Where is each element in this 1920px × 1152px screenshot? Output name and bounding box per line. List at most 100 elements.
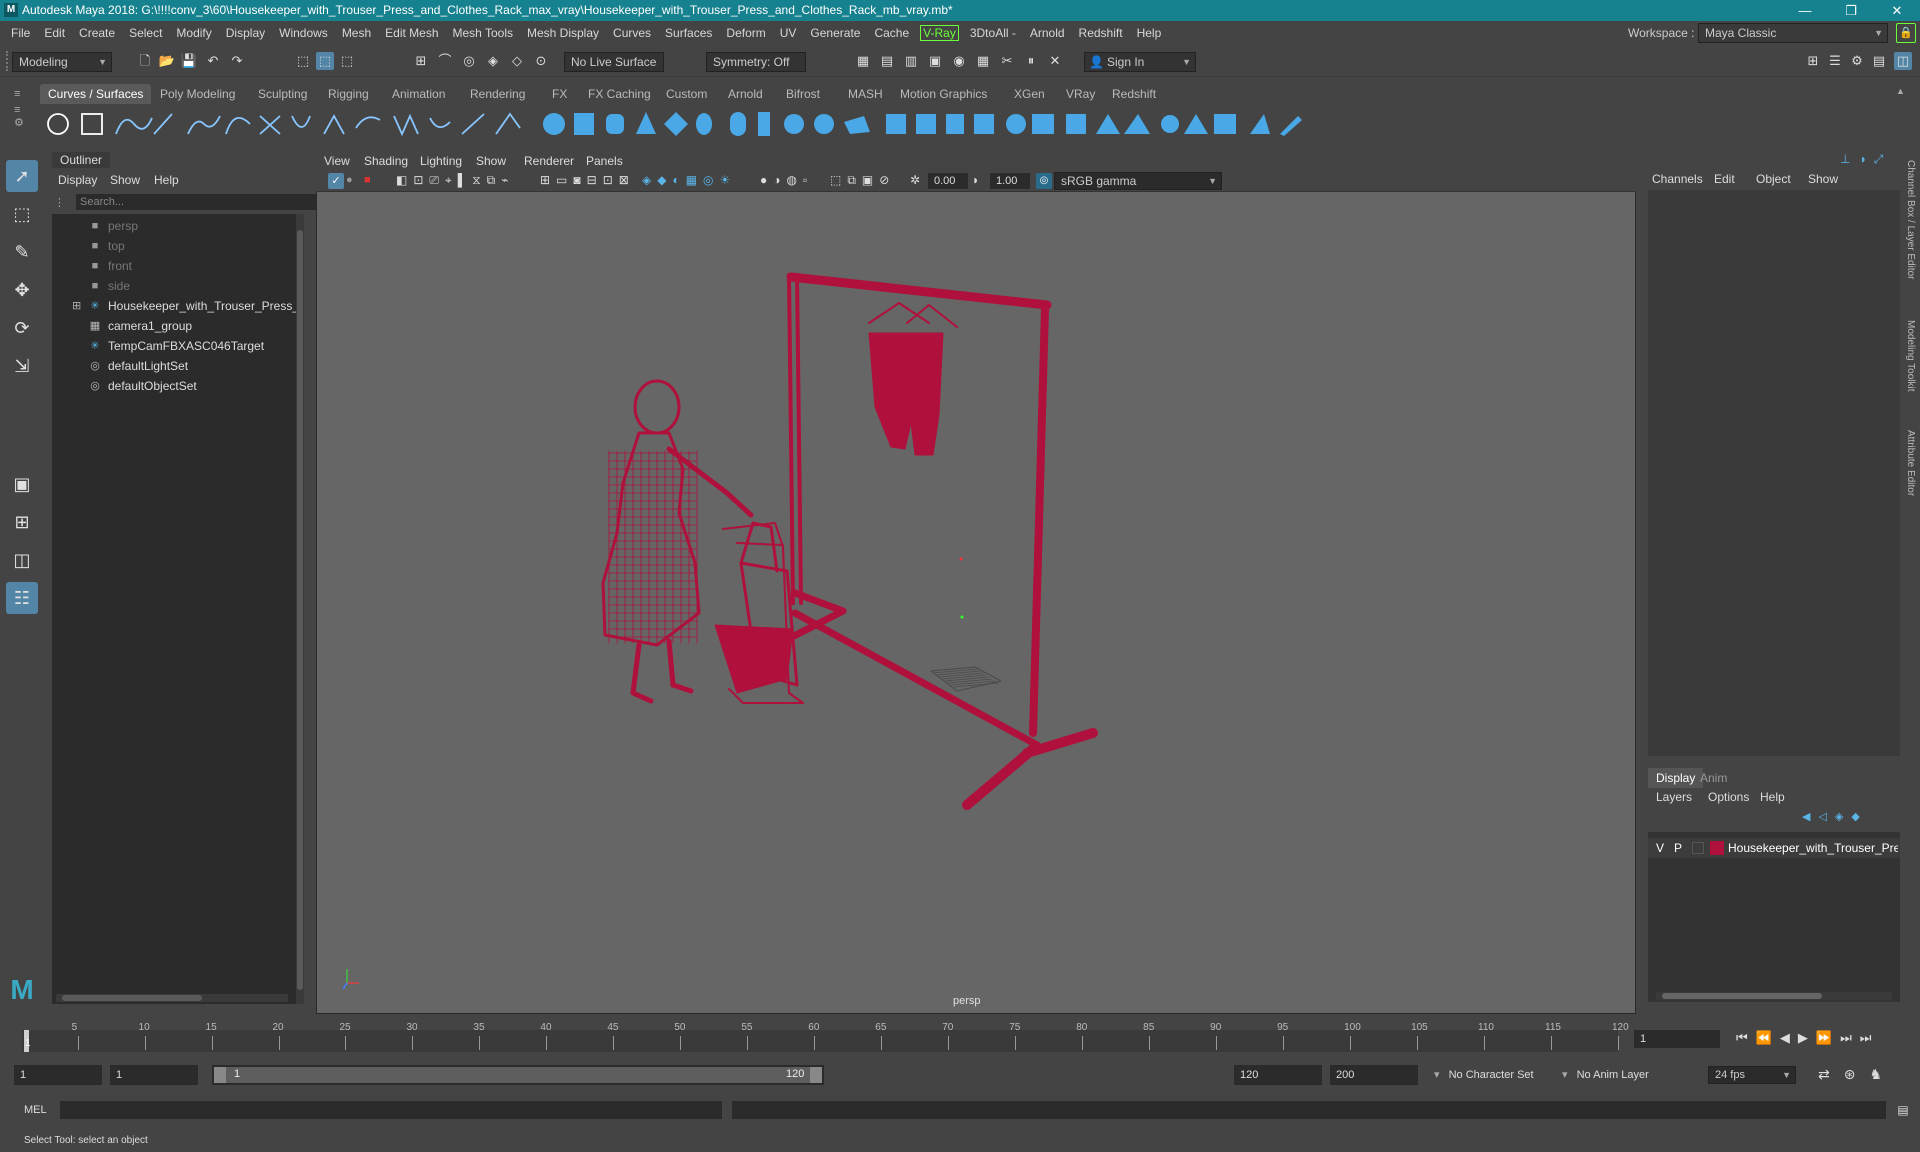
time-slider-track[interactable]: 1 [22, 1030, 1618, 1052]
vray-menu[interactable]: V-Ray [920, 25, 959, 41]
menu-redshift[interactable]: Redshift [1072, 21, 1130, 45]
side-tab-modeling-toolkit[interactable]: Modeling Toolkit [1900, 320, 1916, 392]
layer-menu-options[interactable]: Options [1708, 790, 1749, 804]
range-handle[interactable]: 1 120 [214, 1067, 822, 1083]
channel-box-menu-edit[interactable]: Edit [1714, 172, 1735, 186]
menu-create[interactable]: Create [72, 21, 122, 45]
shelf-tab-rigging[interactable]: Rigging [320, 84, 377, 104]
shelf-tab-sculpting[interactable]: Sculpting [250, 84, 315, 104]
shelf-tab-rendering[interactable]: Rendering [462, 84, 533, 104]
select-camera-icon[interactable]: ✓ [328, 173, 344, 189]
command-input[interactable] [60, 1101, 722, 1119]
modeling-toolkit-icon[interactable]: ⊞ [1804, 52, 1822, 70]
rotate-tool-icon[interactable]: ⟳ [6, 312, 38, 344]
anim-layer-dropdown[interactable]: ▾ No Anim Layer [1562, 1065, 1649, 1085]
range-bar[interactable]: 1 120 [212, 1065, 824, 1085]
viewport-menu-view[interactable]: View [324, 152, 350, 170]
scale-tool-icon[interactable]: ⇲ [6, 350, 38, 382]
layer-menu-layers[interactable]: Layers [1656, 790, 1692, 804]
shelf-tab-motion-graphics[interactable]: Motion Graphics [892, 84, 995, 104]
four-pane-layout-icon[interactable]: ⊞ [6, 506, 38, 538]
menu-help[interactable]: Help [1130, 21, 1169, 45]
layer-action-icons[interactable]: ◀◁◈◆ [1802, 810, 1868, 823]
menu-mesh-display[interactable]: Mesh Display [520, 21, 606, 45]
channel-box-menu-show[interactable]: Show [1808, 172, 1838, 186]
current-frame-field[interactable]: 1 [1634, 1030, 1720, 1048]
save-scene-icon[interactable]: 💾 [180, 52, 198, 70]
script-editor-icon[interactable]: ▤ [1894, 1101, 1912, 1119]
channel-box-menu-object[interactable]: Object [1756, 172, 1791, 186]
camera-tools-icons[interactable]: ◧⊡⎚⌖▌⧖⧉⌁ [396, 173, 514, 188]
range-start-grip[interactable] [214, 1067, 226, 1083]
shelf-tab-menu-icon[interactable]: ≡ [14, 88, 20, 100]
color-space-dropdown[interactable]: sRGB gamma ▼ [1054, 172, 1222, 190]
vray-render-icon[interactable]: ▦ [974, 52, 992, 70]
live-surface-field[interactable]: No Live Surface [564, 52, 664, 72]
viewport-menu-panels[interactable]: Panels [586, 152, 623, 170]
isolate-xray-icons[interactable]: ⬚⧉▣⊘ [830, 173, 895, 188]
snap-point-icon[interactable]: ◎ [460, 52, 478, 70]
channel-box-icons[interactable]: ⊥◑⤢ [1840, 152, 1891, 167]
outliner-menu-help[interactable]: Help [154, 170, 179, 190]
viewport-menu-shading[interactable]: Shading [364, 152, 408, 170]
menu-file[interactable]: File [4, 21, 37, 45]
shelf-tab-fx[interactable]: FX [544, 84, 575, 104]
tab-display[interactable]: Display [1648, 768, 1704, 788]
layer-reference-toggle[interactable] [1692, 842, 1704, 854]
tool-settings-icon[interactable]: ⚙ [1848, 52, 1866, 70]
open-scene-icon[interactable]: 📂 [158, 52, 176, 70]
shelf-tab-fx-caching[interactable]: FX Caching [580, 84, 659, 104]
select-tool-icon[interactable]: ➚ [6, 160, 38, 192]
stop-icon[interactable]: ✕ [1046, 52, 1064, 70]
shelf-tab-redshift[interactable]: Redshift [1104, 84, 1164, 104]
ipr-render-icon[interactable]: ▥ [902, 52, 920, 70]
scene-end-field[interactable]: 200 [1330, 1065, 1418, 1085]
layer-editor-icon[interactable]: ◫ [1894, 52, 1912, 70]
snap-surface-icon[interactable]: ◇ [508, 52, 526, 70]
perspective-viewport[interactable]: persp [316, 152, 1636, 1014]
menu-modify[interactable]: Modify [169, 21, 218, 45]
hscrollbar-thumb[interactable] [62, 995, 202, 1001]
outliner-hscrollbar[interactable] [56, 994, 288, 1002]
outliner-item[interactable]: ▦ camera1_group [52, 316, 296, 336]
channel-box-menu-channels[interactable]: Channels [1652, 172, 1703, 186]
range-end-grip[interactable] [810, 1067, 822, 1083]
shading-mode-icons[interactable]: ◈◆◐▦◎☀ [642, 173, 736, 187]
outliner-search-input[interactable]: Search... [76, 194, 352, 210]
layer-visibility-toggle[interactable]: V [1656, 838, 1664, 858]
viewport-menu-show[interactable]: Show [476, 152, 506, 170]
shelf-scroll-icon[interactable]: ▲ [1896, 86, 1905, 96]
select-object-icon[interactable]: ⬚ [316, 52, 334, 70]
vray-ipr-icon[interactable]: ✂ [998, 52, 1016, 70]
render-frame-icon[interactable]: ▤ [878, 52, 896, 70]
menu-mesh-tools[interactable]: Mesh Tools [446, 21, 520, 45]
snap-live-icon[interactable]: ⊙ [532, 52, 550, 70]
camera-attributes-icon[interactable]: ● [346, 174, 360, 188]
filter-icon[interactable]: ⋮ [54, 196, 68, 210]
layer-color-swatch[interactable] [1710, 841, 1724, 855]
shelf-tab-arnold[interactable]: Arnold [720, 84, 771, 104]
outliner-item[interactable]: ◎ defaultObjectSet [52, 376, 296, 396]
outliner-item[interactable]: ■ top [52, 236, 296, 256]
scene-start-field[interactable]: 1 [14, 1065, 102, 1085]
lasso-tool-icon[interactable]: ⬚ [6, 198, 38, 230]
lighting-icons[interactable]: ●◑◍▫ [760, 173, 813, 187]
bookmark-icon[interactable]: ■ [364, 174, 378, 188]
outliner-item[interactable]: ✳ TempCamFBXASC046Target [52, 336, 296, 356]
playback-end-field[interactable]: 120 [1234, 1065, 1322, 1085]
hscrollbar-thumb[interactable] [1662, 993, 1822, 999]
lock-icon[interactable]: 🔒 [1896, 23, 1916, 43]
mode-dropdown[interactable]: Modeling ▼ [12, 52, 112, 72]
layer-hscrollbar[interactable] [1656, 992, 1892, 1000]
color-management-icon[interactable]: ◎ [1036, 173, 1052, 189]
grid-film-gate-icons[interactable]: ⊞▭◙⊟⊡⊠ [540, 173, 635, 187]
playback-options-icons[interactable]: ⇄⊛♞ [1818, 1066, 1896, 1083]
layer-menu-help[interactable]: Help [1760, 790, 1785, 804]
select-hierarchy-icon[interactable]: ⬚ [294, 52, 312, 70]
script-language-label[interactable]: MEL [24, 1098, 47, 1122]
menu-select[interactable]: Select [122, 21, 169, 45]
layer-playback-toggle[interactable]: P [1674, 838, 1682, 858]
scrollbar-thumb[interactable] [297, 230, 303, 990]
menu-windows[interactable]: Windows [272, 21, 335, 45]
sign-in-dropdown[interactable]: Sign In 👤 ▼ [1084, 52, 1196, 72]
